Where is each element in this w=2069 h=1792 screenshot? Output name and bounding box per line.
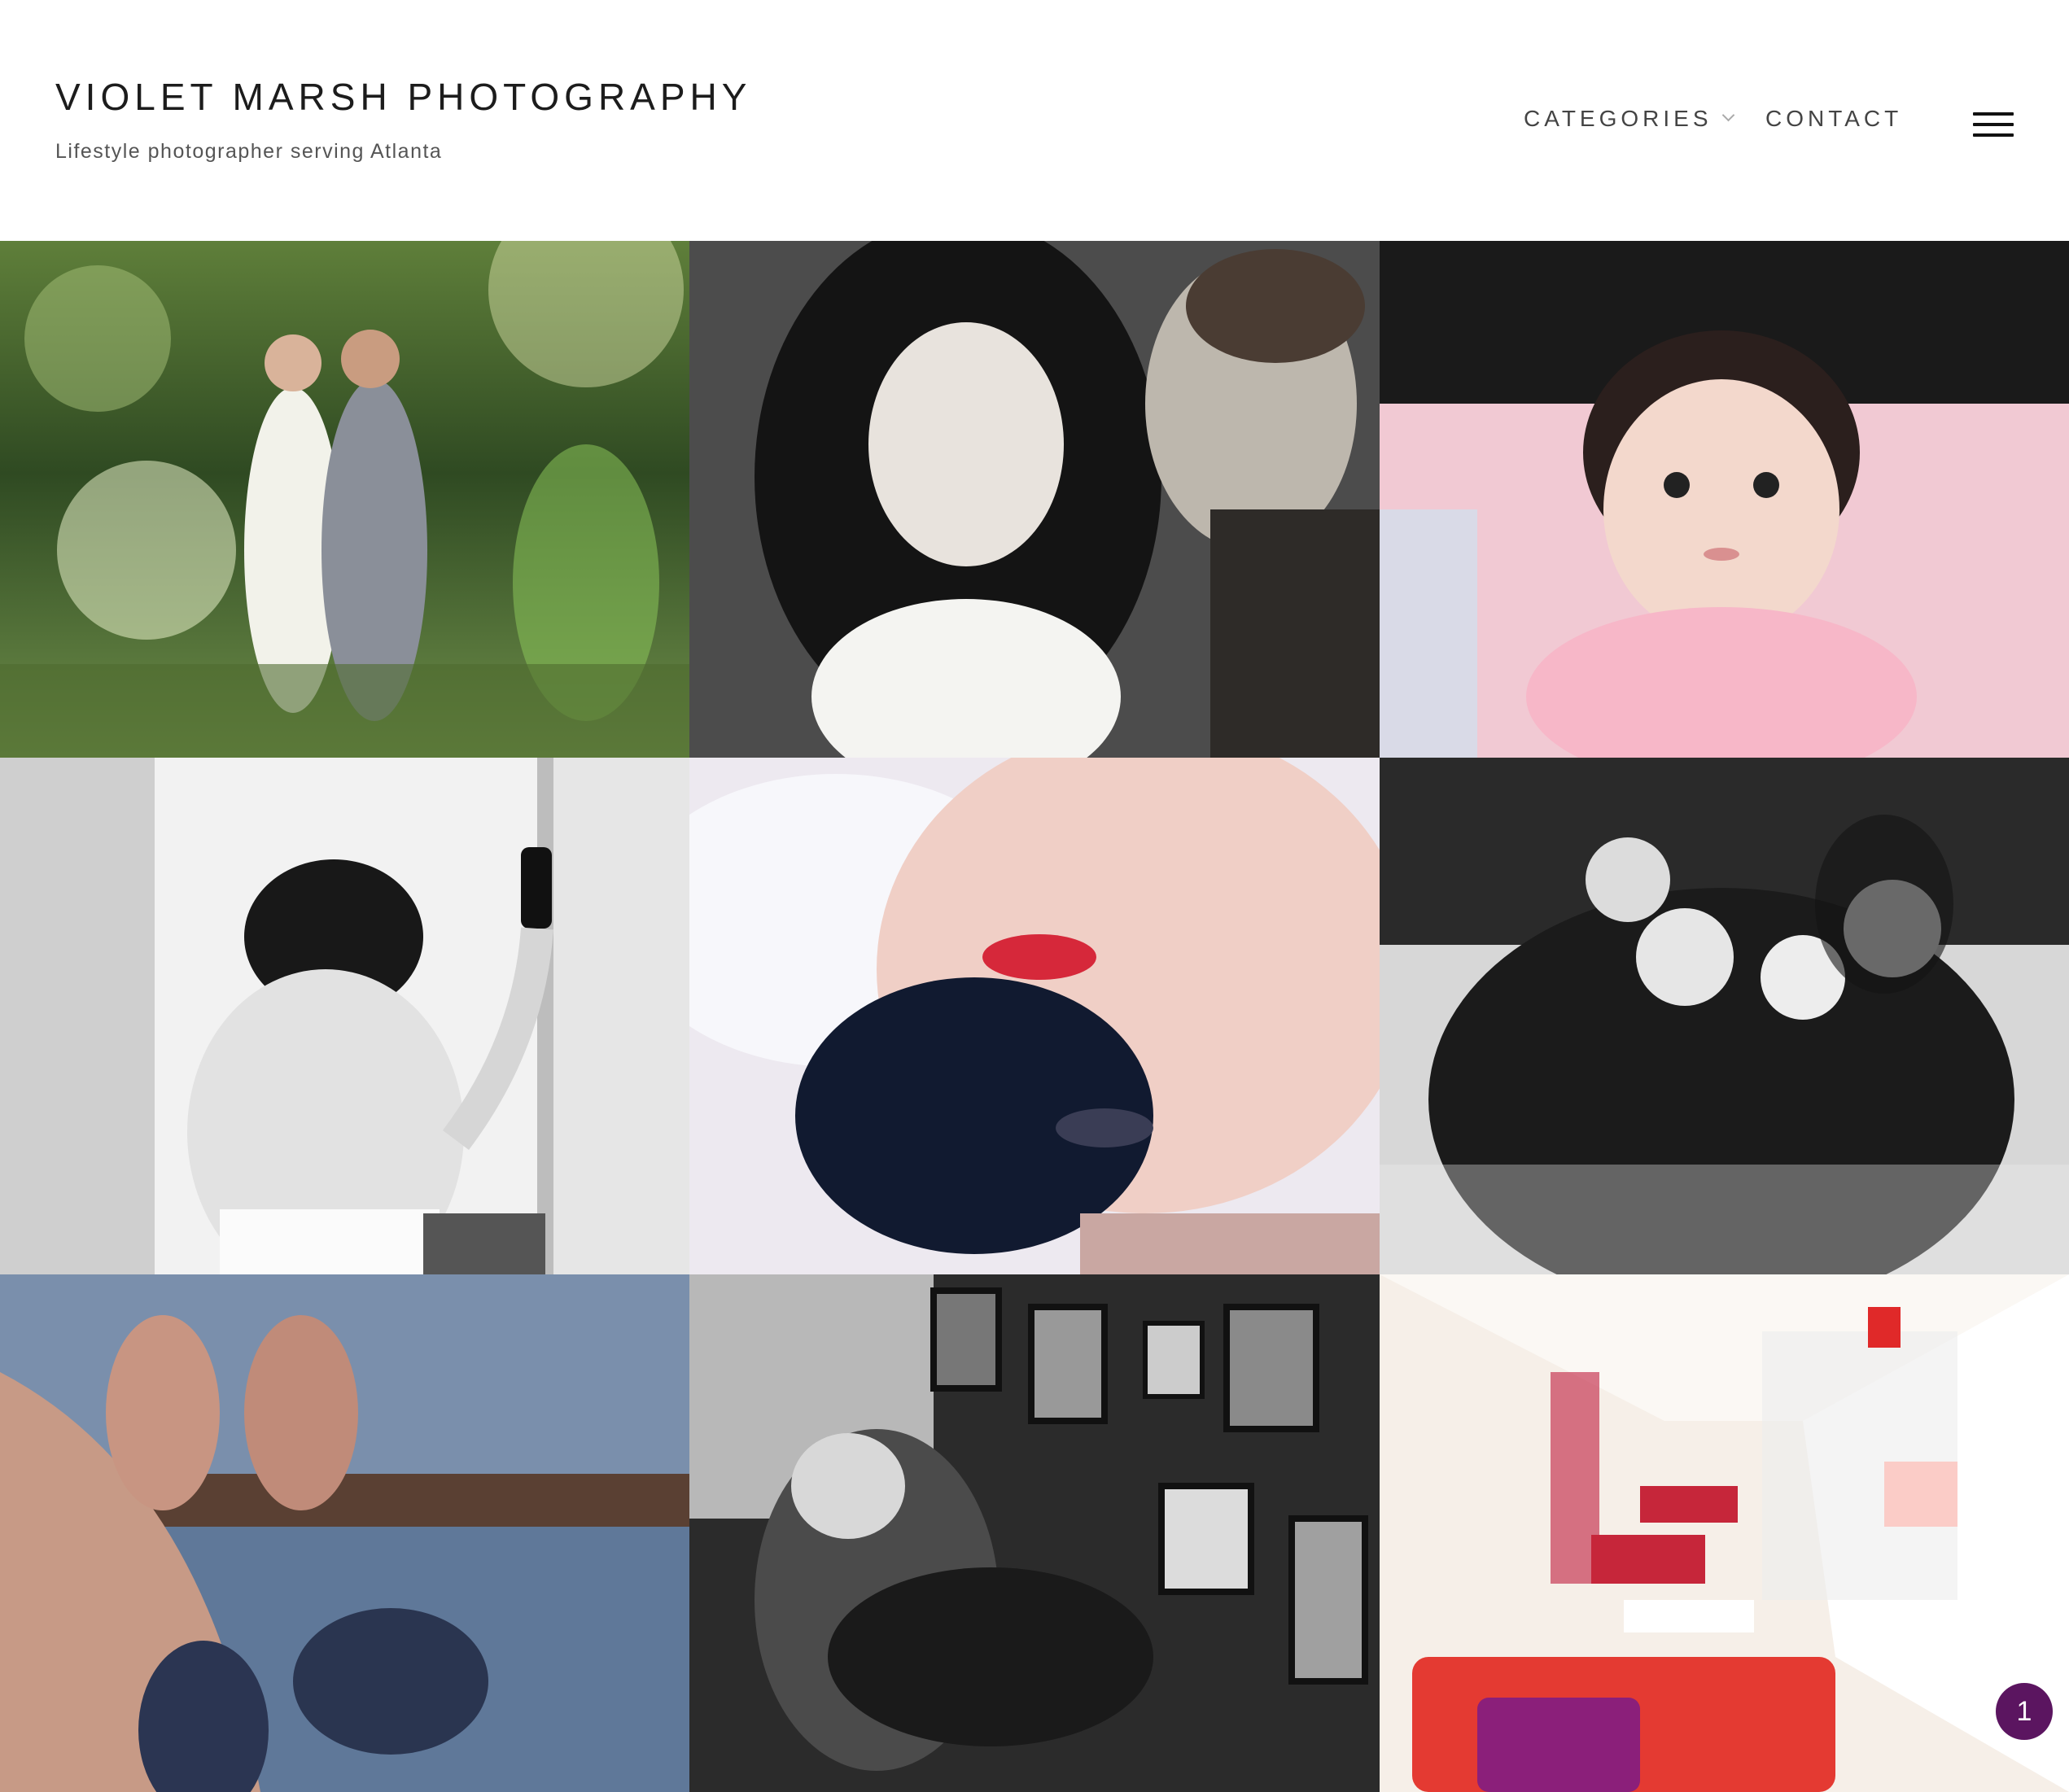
- gallery-photo-man-smoking[interactable]: [689, 1274, 1380, 1792]
- hamburger-menu-icon[interactable]: [1973, 112, 2014, 137]
- gallery-photo-couple-grass[interactable]: [689, 241, 1380, 758]
- gallery-photo-wedding-meadow[interactable]: [0, 241, 689, 758]
- photo-gallery-grid: [0, 241, 2069, 1792]
- gallery-photo-family-hug[interactable]: [1380, 758, 2069, 1274]
- site-title[interactable]: VIOLET MARSH PHOTOGRAPHY: [55, 75, 751, 119]
- chevron-down-icon: [1721, 108, 1734, 122]
- gallery-photo-baby-portrait[interactable]: [1380, 241, 2069, 758]
- notification-badge[interactable]: 1: [1996, 1683, 2053, 1740]
- site-header: VIOLET MARSH PHOTOGRAPHY Lifestyle photo…: [0, 0, 2069, 241]
- gallery-photo-feet-sand[interactable]: [0, 1274, 689, 1792]
- nav-item-categories[interactable]: CATEGORIES: [1524, 106, 1734, 132]
- gallery-photo-bride-hairspray[interactable]: [0, 758, 689, 1274]
- nav-item-contact[interactable]: CONTACT: [1765, 106, 1902, 132]
- nav-categories-label: CATEGORIES: [1524, 106, 1713, 131]
- site-tagline: Lifestyle photographer serving Atlanta: [55, 140, 443, 163]
- gallery-photo-red-lounge[interactable]: [1380, 1274, 2069, 1792]
- gallery-photo-red-lips[interactable]: [689, 758, 1380, 1274]
